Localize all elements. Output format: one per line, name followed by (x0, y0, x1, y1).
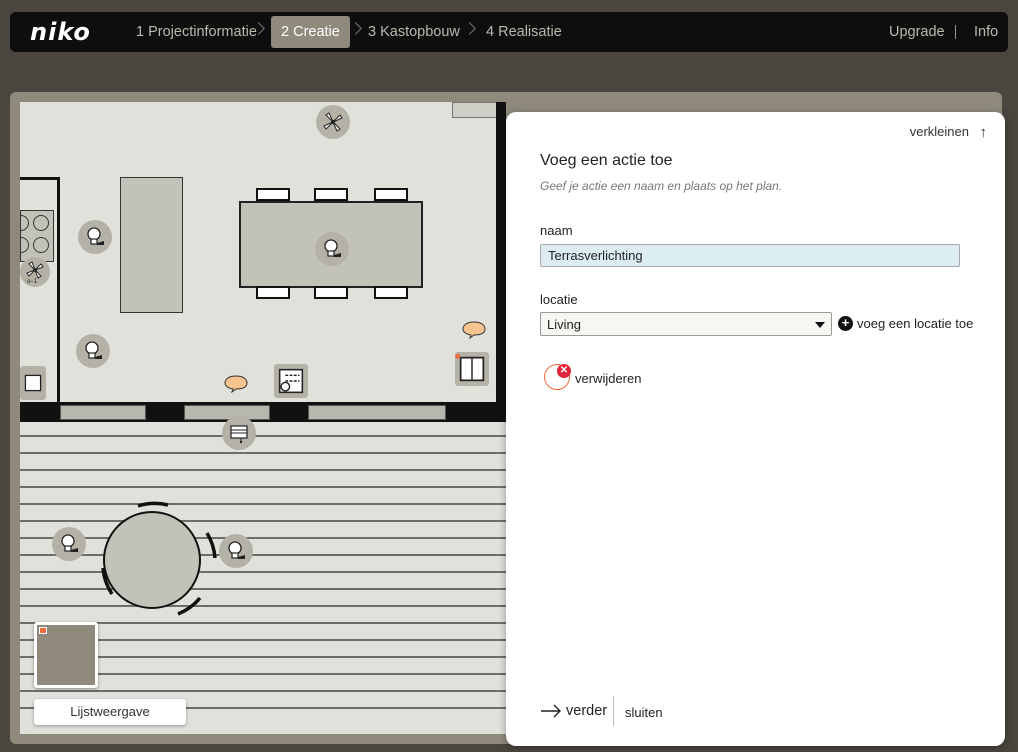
step-kastopbouw[interactable]: 3 Kastopbouw (358, 16, 470, 48)
next-button[interactable]: verder (566, 703, 607, 719)
add-location-button[interactable]: + voeg een locatie toe (838, 316, 973, 331)
step-projectinformatie[interactable]: 1 Projectinformatie (126, 16, 267, 48)
nav-separator (955, 25, 956, 39)
close-button[interactable]: sluiten (625, 705, 663, 720)
round-table (101, 501, 217, 616)
panel-title: Voeg een actie toe (540, 152, 673, 169)
chair (314, 188, 348, 201)
list-view-button[interactable]: Lijstweergave (34, 699, 186, 725)
bulb-icon[interactable] (52, 527, 86, 561)
chair (314, 286, 348, 299)
bulb-icon[interactable] (76, 334, 110, 368)
footer-separator (613, 696, 614, 726)
minimap-marker (39, 627, 47, 634)
fan-icon[interactable] (316, 105, 350, 139)
location-label: locatie (540, 292, 578, 307)
chair (256, 188, 290, 201)
kitchen-island (120, 177, 183, 313)
location-value: Living (547, 317, 581, 332)
shutter-icon[interactable] (222, 416, 256, 450)
chair (374, 286, 408, 299)
terrace-plank (20, 435, 506, 437)
terrace-plank (20, 486, 506, 488)
upgrade-link[interactable]: Upgrade (889, 16, 945, 48)
floor-plan[interactable]: o–1 Lijstweergave (20, 102, 506, 734)
fan-icon[interactable]: o–1 (20, 257, 50, 287)
speech-bubble-icon[interactable] (462, 321, 486, 339)
add-location-label: voeg een locatie toe (857, 316, 974, 331)
wall-segment (452, 102, 498, 118)
plus-circle-icon: + (838, 316, 853, 331)
stove (20, 210, 54, 262)
minimap[interactable] (34, 622, 98, 688)
panel-subtitle: Geef je actie een naam en plaats op het … (540, 179, 783, 193)
remove-label[interactable]: verwijderen (575, 371, 641, 386)
svg-text:o–1: o–1 (27, 278, 38, 284)
sunblind-icon[interactable] (274, 364, 308, 398)
socket-icon[interactable] (455, 352, 489, 386)
window (184, 405, 270, 420)
window (60, 405, 146, 420)
collapse-link[interactable]: verkleinen (910, 124, 969, 139)
info-link[interactable]: Info (974, 16, 998, 48)
step-realisatie[interactable]: 4 Realisatie (476, 16, 572, 48)
socket-icon[interactable] (20, 366, 46, 400)
speech-bubble-icon[interactable] (224, 375, 248, 393)
bulb-icon[interactable] (219, 534, 253, 568)
name-label: naam (540, 223, 573, 238)
name-input[interactable]: Terrasverlichting (540, 244, 960, 267)
chair (374, 188, 408, 201)
niko-logo: niko (30, 18, 91, 46)
terrace-plank (20, 452, 506, 454)
wall (57, 177, 60, 407)
top-bar: niko 1 Projectinformatie 2 Creatie 3 Kas… (10, 12, 1008, 52)
terrace-plank (20, 469, 506, 471)
terrace-plank (20, 690, 506, 692)
caret-down-icon (815, 322, 825, 328)
arrow-right-icon[interactable] (540, 702, 562, 720)
wall (20, 177, 60, 180)
close-badge-icon[interactable]: ✕ (557, 364, 571, 378)
wall (496, 102, 506, 412)
arrow-up-icon[interactable]: ↑ (980, 124, 988, 141)
location-select[interactable]: Living (540, 312, 832, 336)
bulb-icon[interactable] (78, 220, 112, 254)
window (308, 405, 446, 420)
step-creatie[interactable]: 2 Creatie (271, 16, 350, 48)
chair (256, 286, 290, 299)
bulb-icon[interactable] (315, 232, 349, 266)
add-action-panel: verkleinen ↑ Voeg een actie toe Geef je … (506, 112, 1005, 746)
